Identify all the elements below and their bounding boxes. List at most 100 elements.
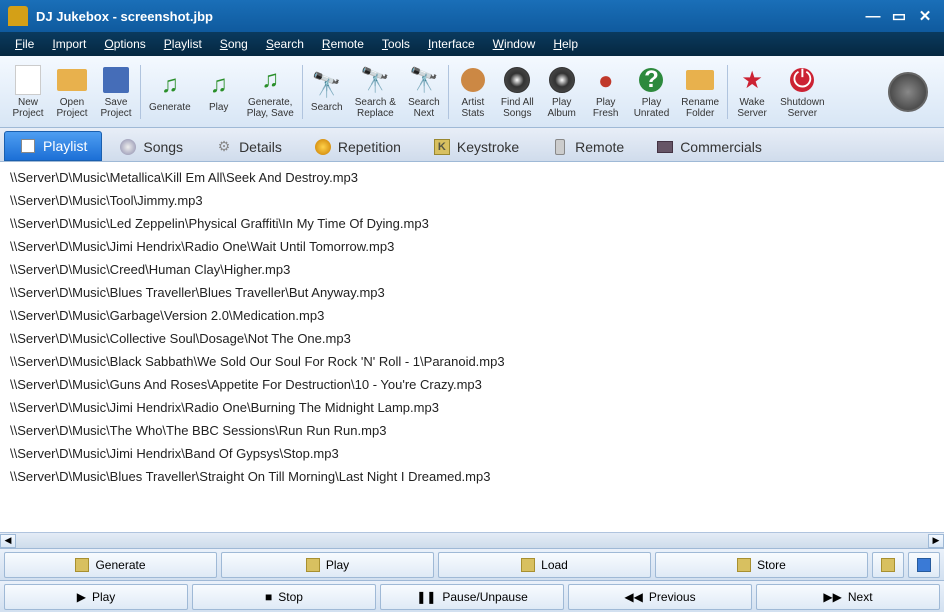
playback-bar: ▶ Play ■Stop ❚❚Pause/Unpause ◀◀Previous ▶… [0, 580, 944, 612]
window-title: DJ Jukebox - screenshot.jbp [36, 9, 858, 24]
play-unrated-button[interactable]: ?PlayUnrated [628, 60, 676, 124]
stop-button[interactable]: ■Stop [192, 584, 376, 610]
wake-server-label: WakeServer [737, 98, 766, 119]
playlist-item[interactable]: \\Server\D\Music\Metallica\Kill Em All\S… [10, 166, 934, 189]
playlist-item[interactable]: \\Server\D\Music\Led Zeppelin\Physical G… [10, 212, 934, 235]
wake-server-button[interactable]: ★WakeServer [730, 60, 774, 124]
tab-remote[interactable]: Remote [536, 131, 639, 161]
load-button[interactable]: Load [438, 552, 651, 578]
menu-window[interactable]: Window [484, 34, 545, 54]
playlist-item[interactable]: \\Server\D\Music\Blues Traveller\Straigh… [10, 465, 934, 488]
tab-songs[interactable]: Songs [104, 131, 198, 161]
tab-playlist[interactable]: Playlist [4, 131, 102, 161]
playlist-item[interactable]: \\Server\D\Music\Blues Traveller\Blues T… [10, 281, 934, 304]
playlist-item[interactable]: \\Server\D\Music\Creed\Human Clay\Higher… [10, 258, 934, 281]
close-button[interactable]: ✕ [914, 7, 936, 25]
tab-keystroke-label: Keystroke [457, 139, 519, 155]
playlist-item[interactable]: \\Server\D\Music\Tool\Jimmy.mp3 [10, 189, 934, 212]
menu-tools[interactable]: Tools [373, 34, 419, 54]
shutdown-server-button[interactable]: ⏻ShutdownServer [774, 60, 830, 124]
playlist-list[interactable]: \\Server\D\Music\Metallica\Kill Em All\S… [0, 162, 944, 532]
previous-button[interactable]: ◀◀Previous [568, 584, 752, 610]
generate-icon: ♫ [154, 69, 186, 101]
menu-search[interactable]: Search [257, 34, 313, 54]
artist-stats-icon [457, 64, 489, 96]
extra-button-1[interactable] [872, 552, 904, 578]
extra-icon-2 [917, 558, 931, 572]
tab-commercials-icon [656, 138, 674, 156]
open-project-button[interactable]: OpenProject [50, 60, 94, 124]
toolbar-separator [302, 65, 303, 119]
tab-commercials[interactable]: Commercials [641, 131, 777, 161]
tab-playlist-icon [19, 137, 37, 155]
generate-play-save-button[interactable]: ♫Generate,Play, Save [241, 60, 300, 124]
play-button[interactable]: ♫Play [197, 60, 241, 124]
generate-button[interactable]: Generate [4, 552, 217, 578]
new-project-label: NewProject [12, 98, 43, 119]
titlebar: DJ Jukebox - screenshot.jbp — ▭ ✕ [0, 0, 944, 32]
menu-remote[interactable]: Remote [313, 34, 373, 54]
rename-folder-icon [684, 64, 716, 96]
previous-icon: ◀◀ [624, 590, 642, 604]
horizontal-scrollbar[interactable]: ◀ ▶ [0, 532, 944, 548]
generate-play-save-icon: ♫ [254, 64, 286, 96]
playlist-item[interactable]: \\Server\D\Music\Guns And Roses\Appetite… [10, 373, 934, 396]
playlist-item[interactable]: \\Server\D\Music\Black Sabbath\We Sold O… [10, 350, 934, 373]
pause-button[interactable]: ❚❚Pause/Unpause [380, 584, 564, 610]
menu-interface[interactable]: Interface [419, 34, 484, 54]
rename-folder-button[interactable]: RenameFolder [675, 60, 725, 124]
generate-play-save-label: Generate,Play, Save [247, 98, 294, 119]
tab-songs-label: Songs [143, 139, 183, 155]
minimize-button[interactable]: — [862, 7, 884, 25]
tab-keystroke[interactable]: KKeystroke [418, 131, 534, 161]
menu-import[interactable]: Import [43, 34, 95, 54]
scroll-right-button[interactable]: ▶ [928, 534, 944, 548]
menu-song[interactable]: Song [211, 34, 257, 54]
play-fresh-button[interactable]: ●PlayFresh [584, 60, 628, 124]
extra-button-2[interactable] [908, 552, 940, 578]
generate-icon [75, 558, 89, 572]
play-album-button[interactable]: PlayAlbum [540, 60, 584, 124]
artist-stats-button[interactable]: ArtistStats [451, 60, 495, 124]
toolbar: NewProjectOpenProjectSaveProject♫Generat… [0, 56, 944, 128]
search-button[interactable]: 🔭Search [305, 60, 349, 124]
play-action-icon [306, 558, 320, 572]
menu-file[interactable]: File [6, 34, 43, 54]
search-label: Search [311, 103, 343, 114]
volume-knob[interactable] [888, 72, 928, 112]
maximize-button[interactable]: ▭ [888, 7, 910, 25]
playlist-item[interactable]: \\Server\D\Music\The Who\The BBC Session… [10, 419, 934, 442]
play-fresh-label: PlayFresh [593, 98, 619, 119]
generate-button[interactable]: ♫Generate [143, 60, 197, 124]
play-label: Play [92, 590, 115, 604]
playlist-item[interactable]: \\Server\D\Music\Garbage\Version 2.0\Med… [10, 304, 934, 327]
play-icon: ▶ [77, 590, 86, 604]
save-project-button[interactable]: SaveProject [94, 60, 138, 124]
playlist-item[interactable]: \\Server\D\Music\Jimi Hendrix\Band Of Gy… [10, 442, 934, 465]
find-all-songs-label: Find AllSongs [501, 98, 534, 119]
play-button[interactable]: ▶ Play [4, 584, 188, 610]
play-action-button[interactable]: Play [221, 552, 434, 578]
new-project-button[interactable]: NewProject [6, 60, 50, 124]
menu-options[interactable]: Options [95, 34, 154, 54]
stop-icon: ■ [265, 590, 272, 604]
tab-details[interactable]: ⚙Details [200, 131, 297, 161]
find-all-songs-button[interactable]: Find AllSongs [495, 60, 540, 124]
store-button[interactable]: Store [655, 552, 868, 578]
tab-repetition[interactable]: Repetition [299, 131, 416, 161]
generate-label: Generate [95, 558, 145, 572]
next-button[interactable]: ▶▶Next [756, 584, 940, 610]
menu-help[interactable]: Help [544, 34, 587, 54]
scroll-left-button[interactable]: ◀ [0, 534, 16, 548]
toolbar-separator [140, 65, 141, 119]
playlist-item[interactable]: \\Server\D\Music\Jimi Hendrix\Radio One\… [10, 396, 934, 419]
playlist-item[interactable]: \\Server\D\Music\Collective Soul\Dosage\… [10, 327, 934, 350]
scroll-track[interactable] [16, 534, 928, 548]
new-project-icon [12, 64, 44, 96]
menu-playlist[interactable]: Playlist [155, 34, 211, 54]
find-all-songs-icon [501, 64, 533, 96]
search-replace-button[interactable]: 🔭Search &Replace [349, 60, 402, 124]
tab-details-icon: ⚙ [215, 138, 233, 156]
playlist-item[interactable]: \\Server\D\Music\Jimi Hendrix\Radio One\… [10, 235, 934, 258]
search-next-button[interactable]: 🔭SearchNext [402, 60, 446, 124]
